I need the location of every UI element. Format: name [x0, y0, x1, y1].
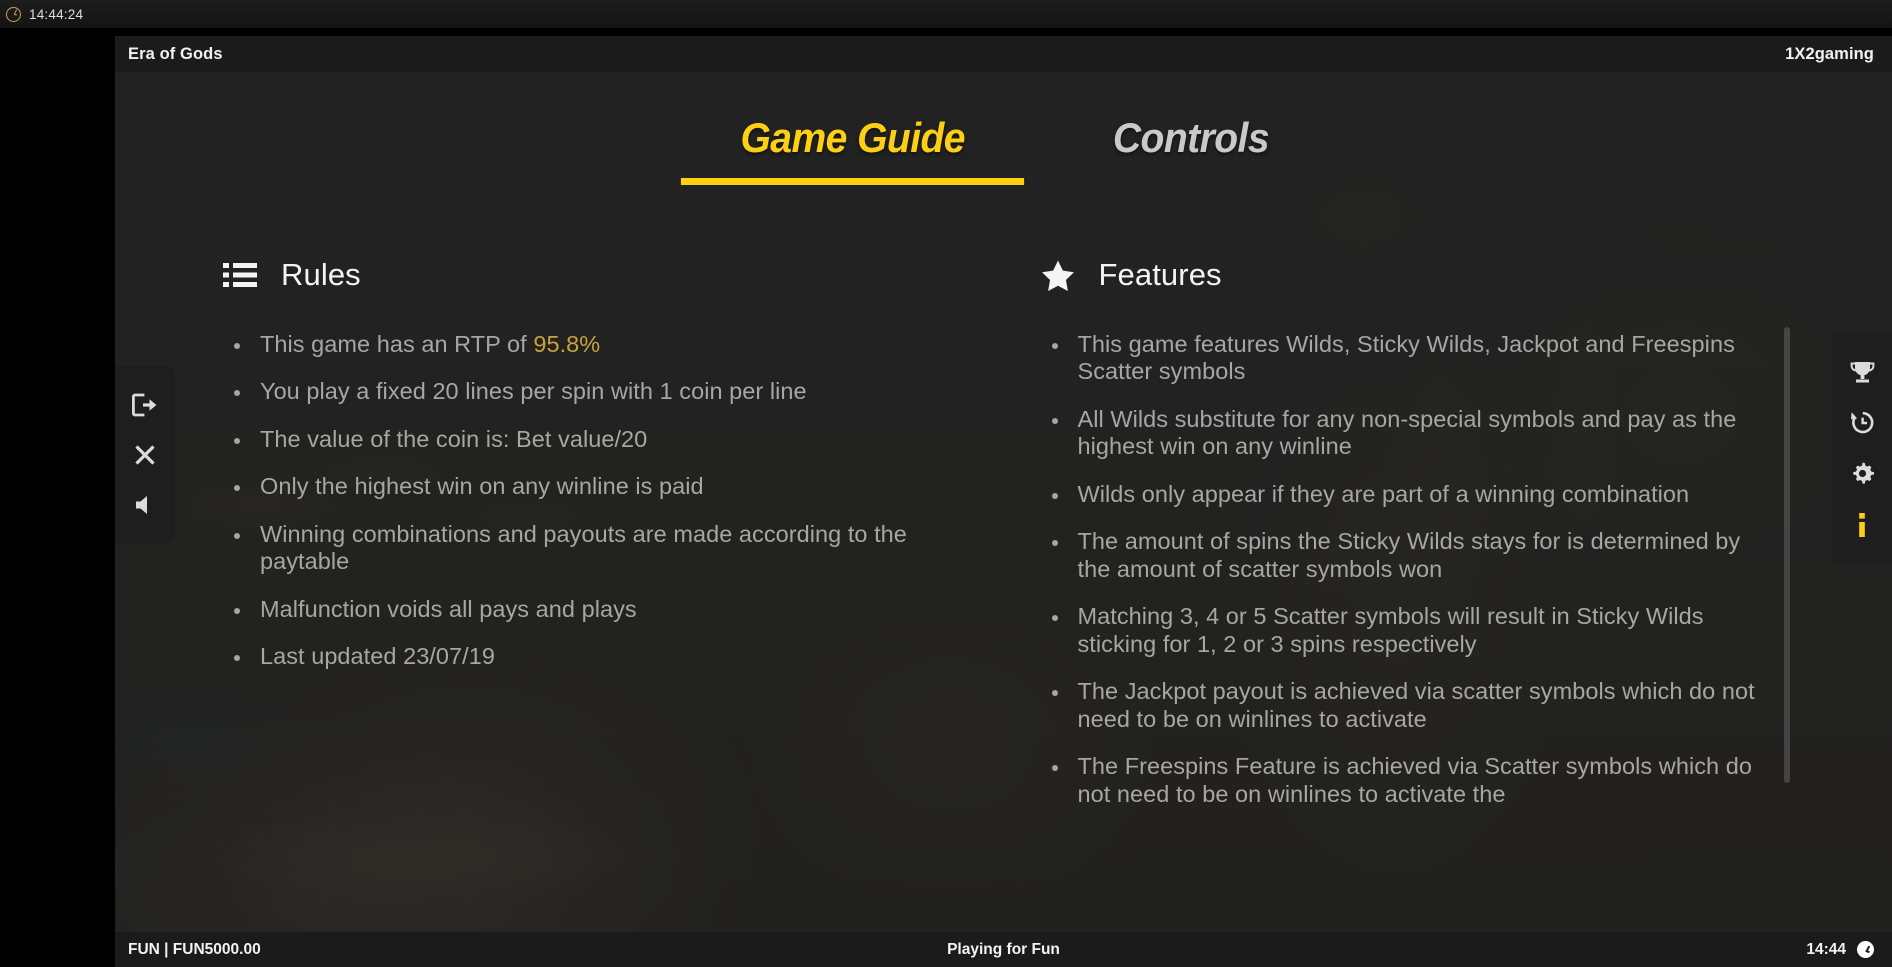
list-item: The Freespins Feature is achieved via Sc… — [1041, 753, 1775, 808]
features-heading: Features — [1098, 257, 1222, 292]
play-mode-label: Playing for Fun — [947, 940, 1060, 958]
list-item: The Jackpot payout is achieved via scatt… — [1041, 678, 1775, 733]
history-icon — [1850, 411, 1873, 434]
clock-outline-icon — [6, 6, 21, 22]
list-item: Wilds only appear if they are part of a … — [1041, 481, 1775, 508]
rules-header: Rules — [223, 257, 957, 293]
list-item: Winning combinations and payouts are mad… — [223, 521, 957, 576]
list-item: Last updated 23/07/19 — [223, 643, 957, 670]
history-button[interactable] — [1840, 401, 1884, 445]
status-clock-time: 14:44 — [1806, 940, 1846, 958]
list-item: You play a fixed 20 lines per spin with … — [223, 378, 957, 405]
os-clock-time: 14:44:24 — [29, 6, 84, 22]
sound-button[interactable] — [123, 483, 167, 527]
tab-bar: Game Guide Controls — [115, 117, 1892, 185]
os-taskbar: 14:44:24 — [0, 0, 1892, 28]
left-dock — [115, 366, 175, 544]
features-column: Features This game features Wilds, Stick… — [1013, 257, 1775, 932]
features-list: This game features Wilds, Sticky Wilds, … — [1041, 331, 1775, 808]
rules-heading: Rules — [281, 257, 361, 292]
star-icon — [1041, 260, 1074, 291]
list-icon — [223, 263, 257, 287]
list-item: All Wilds substitute for any non-special… — [1041, 406, 1775, 461]
list-item: This game has an RTP of 95.8% — [223, 331, 957, 358]
rule-text: This game has an RTP of — [260, 331, 534, 357]
info-button[interactable] — [1840, 503, 1884, 547]
rules-column: Rules This game has an RTP of 95.8% You … — [223, 257, 1013, 932]
list-item: Malfunction voids all pays and plays — [223, 596, 957, 623]
content-scrollbar[interactable] — [1784, 327, 1790, 783]
info-icon — [1859, 512, 1865, 537]
page-title: Era of Gods — [128, 44, 223, 63]
right-dock — [1832, 332, 1892, 564]
game-stage: Game Guide Controls Rules This game has … — [115, 72, 1892, 932]
provider-label: 1X2gaming — [1785, 44, 1874, 63]
trophy-icon — [1850, 361, 1874, 382]
clock-filled-icon[interactable] — [1857, 941, 1874, 958]
settings-button[interactable] — [1840, 452, 1884, 496]
title-bar: Era of Gods 1X2gaming — [115, 36, 1892, 72]
list-item: This game features Wilds, Sticky Wilds, … — [1041, 331, 1775, 386]
sound-muted-icon — [136, 496, 147, 514]
exit-icon — [132, 393, 157, 417]
tab-controls[interactable]: Controls — [1106, 117, 1277, 185]
tab-game-guide[interactable]: Game Guide — [680, 117, 1025, 185]
guide-panel: Rules This game has an RTP of 95.8% You … — [115, 257, 1892, 932]
list-item: Only the highest win on any winline is p… — [223, 473, 957, 500]
list-item: Matching 3, 4 or 5 Scatter symbols will … — [1041, 603, 1775, 658]
game-window: Era of Gods 1X2gaming Game Guide Control… — [115, 36, 1892, 967]
status-bar: FUN | FUN5000.00 Playing for Fun 14:44 — [115, 932, 1892, 967]
features-header: Features — [1041, 257, 1775, 293]
rtp-value: 95.8% — [533, 331, 601, 357]
exit-button[interactable] — [123, 383, 167, 427]
close-icon — [135, 445, 155, 465]
list-item: The amount of spins the Sticky Wilds sta… — [1041, 528, 1775, 583]
status-clock: 14:44 — [1806, 941, 1874, 959]
close-button[interactable] — [123, 433, 167, 477]
rules-list: This game has an RTP of 95.8% You play a… — [223, 331, 957, 671]
balance-label: FUN | FUN5000.00 — [128, 940, 261, 958]
list-item: The value of the coin is: Bet value/20 — [223, 426, 957, 453]
gear-icon — [1852, 462, 1874, 484]
jackpot-button[interactable] — [1840, 350, 1884, 394]
